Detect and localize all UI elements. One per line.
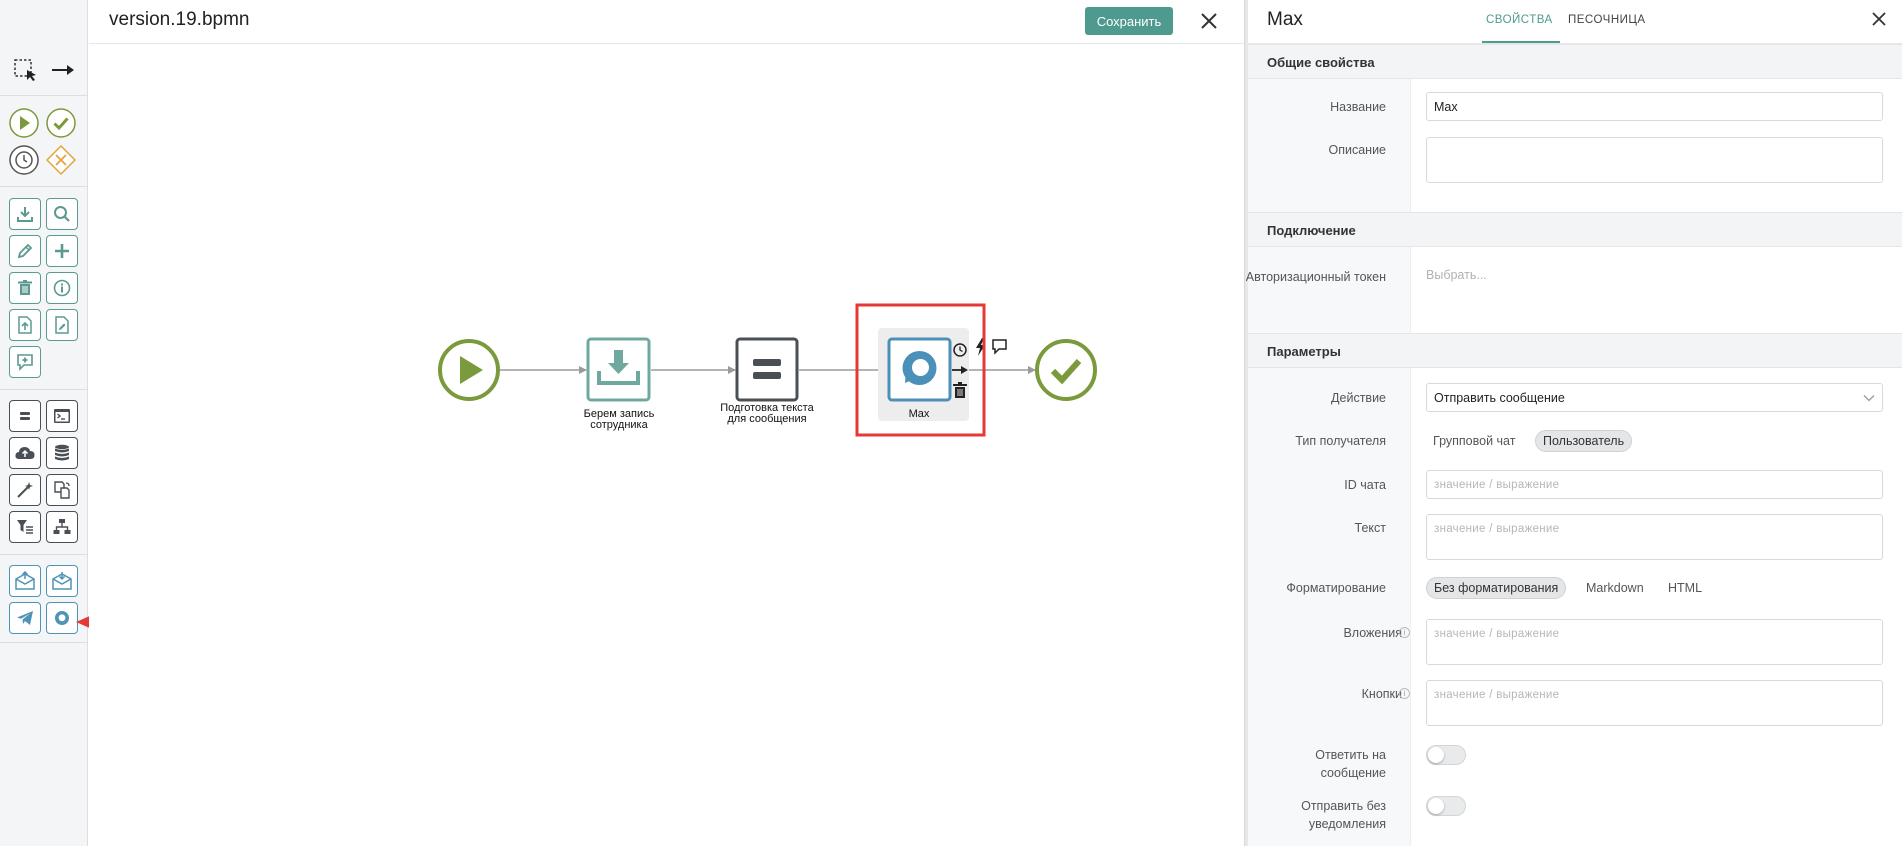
- email-send-icon[interactable]: [9, 565, 41, 597]
- properties-panel: Max СВОЙСТВА ПЕСОЧНИЦА Общие свойства На…: [1246, 0, 1902, 846]
- info-icon[interactable]: [46, 272, 78, 304]
- recipient-type-label: Тип получателя: [1295, 434, 1386, 448]
- start-event-icon[interactable]: [8, 107, 40, 139]
- token-label: Авторизационный токен: [1245, 270, 1386, 284]
- telegram-icon[interactable]: [9, 602, 41, 634]
- connect-arrow-icon[interactable]: [47, 54, 79, 86]
- text-field[interactable]: значение / выражение: [1426, 514, 1883, 560]
- buttons-field[interactable]: значение / выражение: [1426, 680, 1883, 726]
- add-icon[interactable]: [46, 235, 78, 267]
- section-general: Общие свойства: [1248, 44, 1902, 79]
- section-params: Параметры: [1248, 333, 1902, 368]
- text-label: Текст: [1354, 521, 1386, 535]
- message-icon[interactable]: [9, 346, 41, 378]
- edit-icon[interactable]: [9, 235, 41, 267]
- trash-icon[interactable]: [953, 382, 967, 398]
- format-option-html[interactable]: HTML: [1661, 577, 1709, 599]
- token-select[interactable]: Выбрать...: [1426, 268, 1487, 282]
- recipient-option-group-chat[interactable]: Групповой чат: [1426, 430, 1522, 452]
- toolbox: [0, 0, 88, 846]
- panel-title: Max: [1267, 9, 1303, 30]
- comment-icon: [992, 339, 1007, 355]
- hierarchy-icon[interactable]: [46, 511, 78, 543]
- close-icon[interactable]: [1197, 9, 1221, 33]
- close-icon[interactable]: [1868, 8, 1890, 30]
- magic-icon[interactable]: [9, 474, 41, 506]
- search-icon[interactable]: [46, 198, 78, 230]
- format-label: Форматирование: [1286, 581, 1386, 595]
- attachments-field[interactable]: значение / выражение: [1426, 619, 1883, 665]
- lasso-icon[interactable]: [9, 54, 41, 86]
- download-record-icon[interactable]: [9, 198, 41, 230]
- buttons-label: Кнопки: [1361, 687, 1402, 701]
- action-select[interactable]: Отправить сообщение: [1426, 383, 1883, 412]
- variable-icon[interactable]: [9, 400, 41, 432]
- gateway-icon[interactable]: [45, 144, 77, 176]
- silent-toggle[interactable]: [1426, 796, 1466, 816]
- task-label: Берем запись сотрудника: [583, 408, 655, 431]
- start-event[interactable]: [438, 339, 500, 401]
- tab-sandbox[interactable]: ПЕСОЧНИЦА: [1568, 14, 1646, 26]
- description-field[interactable]: [1426, 137, 1883, 183]
- task-fetch-record[interactable]: [586, 337, 651, 402]
- reply-label: Ответить на сообщение: [1315, 748, 1386, 780]
- delete-icon[interactable]: [9, 272, 41, 304]
- action-label: Действие: [1331, 391, 1386, 405]
- diagram-canvas[interactable]: Берем запись сотрудника Подготовка текст…: [89, 45, 1244, 846]
- chat-id-label: ID чата: [1344, 478, 1386, 492]
- info-icon[interactable]: i: [1399, 627, 1410, 638]
- timer-event-icon[interactable]: [8, 144, 40, 176]
- chevron-down-icon: [1863, 394, 1875, 401]
- script-icon[interactable]: [46, 400, 78, 432]
- attachments-label: Вложения: [1343, 626, 1402, 640]
- chat-id-field[interactable]: значение / выражение: [1426, 470, 1883, 499]
- task-label: Подготовка текста для сообщения: [720, 402, 814, 425]
- transform-doc-icon[interactable]: [46, 474, 78, 506]
- cloud-icon[interactable]: [9, 437, 41, 469]
- task-label: Max: [908, 408, 930, 420]
- end-event-icon[interactable]: [45, 107, 77, 139]
- save-button[interactable]: Сохранить: [1085, 7, 1173, 35]
- tab-properties[interactable]: СВОЙСТВА: [1486, 14, 1553, 26]
- reply-toggle[interactable]: [1426, 745, 1466, 765]
- format-option-none[interactable]: Без форматирования: [1426, 577, 1567, 599]
- name-field[interactable]: Max: [1426, 92, 1883, 121]
- upload-doc-icon[interactable]: [9, 309, 41, 341]
- email-receive-icon[interactable]: [46, 565, 78, 597]
- info-icon[interactable]: i: [1399, 688, 1410, 699]
- filter-icon[interactable]: [9, 511, 41, 543]
- silent-label: Отправить без уведомления: [1301, 799, 1386, 831]
- database-icon[interactable]: [46, 437, 78, 469]
- task-prepare-text[interactable]: [735, 337, 799, 402]
- canvas-header: version.19.bpmn Сохранить: [89, 0, 1244, 44]
- format-option-markdown[interactable]: Markdown: [1579, 577, 1651, 599]
- name-label: Название: [1330, 100, 1386, 114]
- description-label: Описание: [1328, 143, 1386, 157]
- recipient-option-user[interactable]: Пользователь: [1535, 430, 1633, 452]
- edit-doc-icon[interactable]: [46, 309, 78, 341]
- section-connection: Подключение: [1248, 212, 1902, 247]
- end-event[interactable]: [1035, 339, 1097, 401]
- file-title: version.19.bpmn: [109, 9, 250, 30]
